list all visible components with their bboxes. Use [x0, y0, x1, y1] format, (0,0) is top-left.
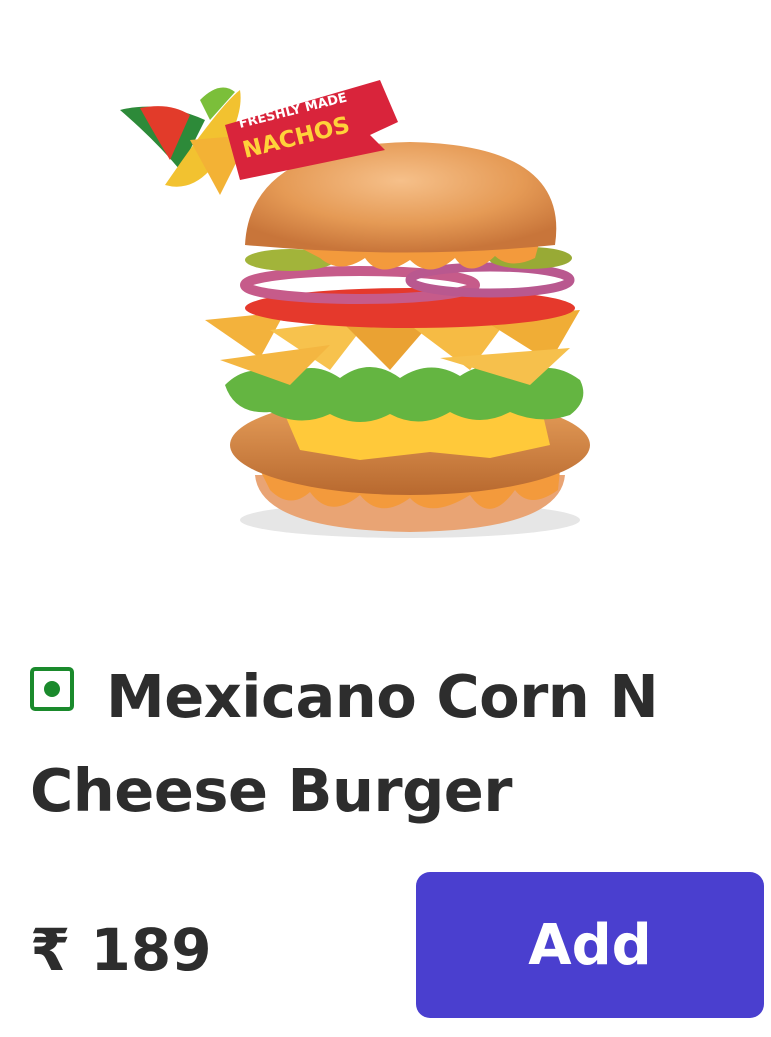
- product-card: FRESHLY MADE NACHOS Mexicano Corn N Chee…: [0, 0, 771, 1037]
- product-title-row: Mexicano Corn N Cheese Burger: [30, 650, 750, 838]
- add-button[interactable]: Add: [416, 872, 764, 1018]
- veg-icon: [30, 667, 74, 711]
- burger-image: FRESHLY MADE NACHOS: [120, 80, 590, 538]
- veg-dot: [44, 681, 60, 697]
- product-name: Mexicano Corn N Cheese Burger: [30, 662, 659, 825]
- product-price: ₹ 189: [30, 916, 212, 984]
